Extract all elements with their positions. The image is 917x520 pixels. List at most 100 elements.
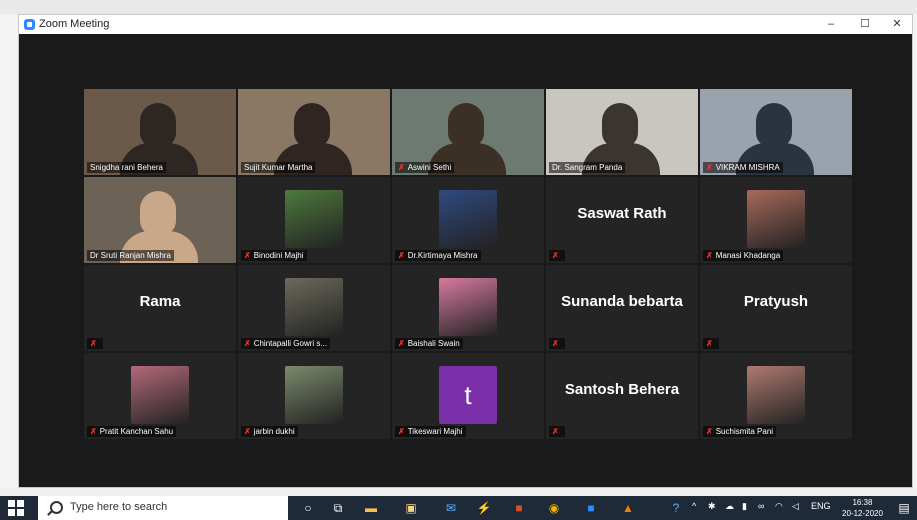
participant-name-label: ✗ [87, 338, 103, 349]
participant-tile[interactable]: ✗ VIKRAM MISHRA [700, 89, 852, 175]
participant-tile[interactable]: ✗ Binodini Majhi [238, 177, 390, 263]
profile-letter-avatar: t [439, 366, 497, 424]
participant-tile[interactable]: ✗ Pratit Kanchan Sahu [84, 353, 236, 439]
clock-time: 16:38 [852, 498, 873, 507]
participant-name-label: Sujit Kumar Martha [241, 162, 316, 173]
participant-figure [448, 103, 484, 147]
muted-mic-icon: ✗ [90, 339, 97, 348]
windows-start-icon[interactable] [8, 499, 28, 517]
tray-dropbox-icon[interactable]: ✱ [708, 501, 716, 512]
participant-figure [140, 103, 176, 147]
participant-tile[interactable]: Snigdha rani Behera [84, 89, 236, 175]
participant-tile[interactable]: Santosh Behera ✗ [546, 353, 698, 439]
participant-tile[interactable]: ✗ Manasi Khadanga [700, 177, 852, 263]
muted-mic-icon: ✗ [706, 251, 713, 260]
participant-name-label: Snigdha rani Behera [87, 162, 166, 173]
tray-language[interactable]: ENG [811, 501, 831, 511]
participant-tile[interactable]: Sujit Kumar Martha [238, 89, 390, 175]
background-desktop-left [0, 14, 18, 488]
participant-figure [756, 103, 792, 147]
notification-icon[interactable]: ▤ [893, 499, 915, 517]
muted-mic-icon: ✗ [244, 251, 251, 260]
participant-name: VIKRAM MISHRA [715, 163, 780, 172]
participant-name: Snigdha rani Behera [90, 163, 163, 172]
participant-name: Dr.Kirtimaya Mishra [407, 251, 478, 260]
office-icon[interactable]: ■ [508, 499, 530, 517]
participant-name: Dr Sruti Ranjan Mishra [90, 251, 171, 260]
participant-tile[interactable]: ✗ Suchismita Pani [700, 353, 852, 439]
participant-tile[interactable]: Rama ✗ [84, 265, 236, 351]
close-button[interactable]: ✕ [882, 16, 912, 33]
participant-name: Dr. Sangram Panda [552, 163, 623, 172]
participant-figure [140, 191, 176, 235]
profile-picture [285, 190, 343, 248]
tray-wifi-icon[interactable]: ◠ [775, 501, 783, 512]
participant-name-label: ✗ [549, 426, 565, 437]
taskbar: Type here to search ○ ⧉ ▬ ▣ ✉ ⚡ ■ ◉ ■ ▲ … [0, 496, 917, 520]
mail-icon[interactable]: ✉ [440, 499, 462, 517]
participant-name: Pratit Kanchan Sahu [99, 427, 174, 436]
participant-tile[interactable]: ✗ jarbin dukhi [238, 353, 390, 439]
participant-name-label: ✗ Aswini Sethi [395, 162, 455, 173]
store-icon[interactable]: ▣ [400, 499, 422, 517]
participant-tile[interactable]: Saswat Rath ✗ [546, 177, 698, 263]
participant-name-label: ✗ [703, 338, 719, 349]
muted-mic-icon: ✗ [552, 339, 559, 348]
muted-mic-icon: ✗ [398, 427, 405, 436]
participant-tile[interactable]: ✗ Dr.Kirtimaya Mishra [392, 177, 544, 263]
participant-tile[interactable]: ✗ Chintapalli Gowri s... [238, 265, 390, 351]
muted-mic-icon: ✗ [706, 163, 713, 172]
participant-name-label: Dr Sruti Ranjan Mishra [87, 250, 174, 261]
muted-mic-icon: ✗ [552, 251, 559, 260]
participant-name: Manasi Khadanga [715, 251, 781, 260]
zoom-taskbar-icon[interactable]: ■ [580, 499, 602, 517]
vlc-icon[interactable]: ▲ [617, 499, 639, 517]
maximize-button[interactable]: ☐ [850, 16, 880, 33]
muted-mic-icon: ✗ [244, 339, 251, 348]
profile-picture [131, 366, 189, 424]
participant-name: Sujit Kumar Martha [244, 163, 313, 172]
tray-volume-icon[interactable]: ◁ [792, 501, 799, 512]
participant-name-label: ✗ Dr.Kirtimaya Mishra [395, 250, 481, 261]
participant-tile[interactable]: Dr. Sangram Panda [546, 89, 698, 175]
participant-name-label: ✗ [549, 338, 565, 349]
participant-tile[interactable]: Pratyush ✗ [700, 265, 852, 351]
task-view-icon[interactable]: ⧉ [327, 499, 349, 517]
profile-picture [439, 278, 497, 336]
participant-name: Chintapalli Gowri s... [253, 339, 328, 348]
participant-tile[interactable]: Dr Sruti Ranjan Mishra [84, 177, 236, 263]
participant-name-label: Dr. Sangram Panda [549, 162, 626, 173]
participant-tile[interactable]: ✗ Aswini Sethi [392, 89, 544, 175]
muted-mic-icon: ✗ [90, 427, 97, 436]
muted-mic-icon: ✗ [706, 339, 713, 348]
app-icon[interactable]: ⚡ [473, 499, 495, 517]
gallery-view: Snigdha rani Behera Sujit Kumar Martha ✗ As… [19, 34, 912, 487]
tray-cloud-icon[interactable]: ☁ [725, 501, 734, 512]
participant-figure [602, 103, 638, 147]
profile-picture [285, 366, 343, 424]
participant-name-label: ✗ Binodini Majhi [241, 250, 307, 261]
background-desktop-strip [0, 0, 917, 14]
tray-chevron-icon[interactable]: ^ [692, 501, 696, 511]
taskbar-search-box[interactable]: Type here to search [38, 496, 288, 520]
participant-name-label: ✗ Tikeswari Majhi [395, 426, 466, 437]
cortana-icon[interactable]: ○ [297, 499, 319, 517]
participant-name-label: ✗ VIKRAM MISHRA [703, 162, 783, 173]
tray-link-icon[interactable]: ∞ [758, 501, 764, 511]
minimize-button[interactable]: – [816, 16, 846, 33]
file-explorer-icon[interactable]: ▬ [360, 499, 382, 517]
zoom-window: Zoom Meeting – ☐ ✕ Snigdha rani Behera Su… [18, 14, 913, 488]
participant-tile[interactable]: Sunanda bebarta ✗ [546, 265, 698, 351]
participant-tile[interactable]: ✗ Baishali Swain [392, 265, 544, 351]
title-bar[interactable]: Zoom Meeting – ☐ ✕ [19, 15, 912, 34]
taskbar-clock[interactable]: 16:38 20-12-2020 [842, 497, 883, 519]
tray-device-icon[interactable]: ▮ [742, 501, 747, 512]
muted-mic-icon: ✗ [244, 427, 251, 436]
participant-display-name: Sunanda bebarta [561, 293, 683, 310]
participant-tile[interactable]: t ✗ Tikeswari Majhi [392, 353, 544, 439]
help-icon[interactable]: ? [665, 499, 687, 517]
participant-name: Binodini Majhi [253, 251, 304, 260]
participant-name-label: ✗ jarbin dukhi [241, 426, 298, 437]
chrome-icon[interactable]: ◉ [543, 499, 565, 517]
participant-name-label: ✗ [549, 250, 565, 261]
